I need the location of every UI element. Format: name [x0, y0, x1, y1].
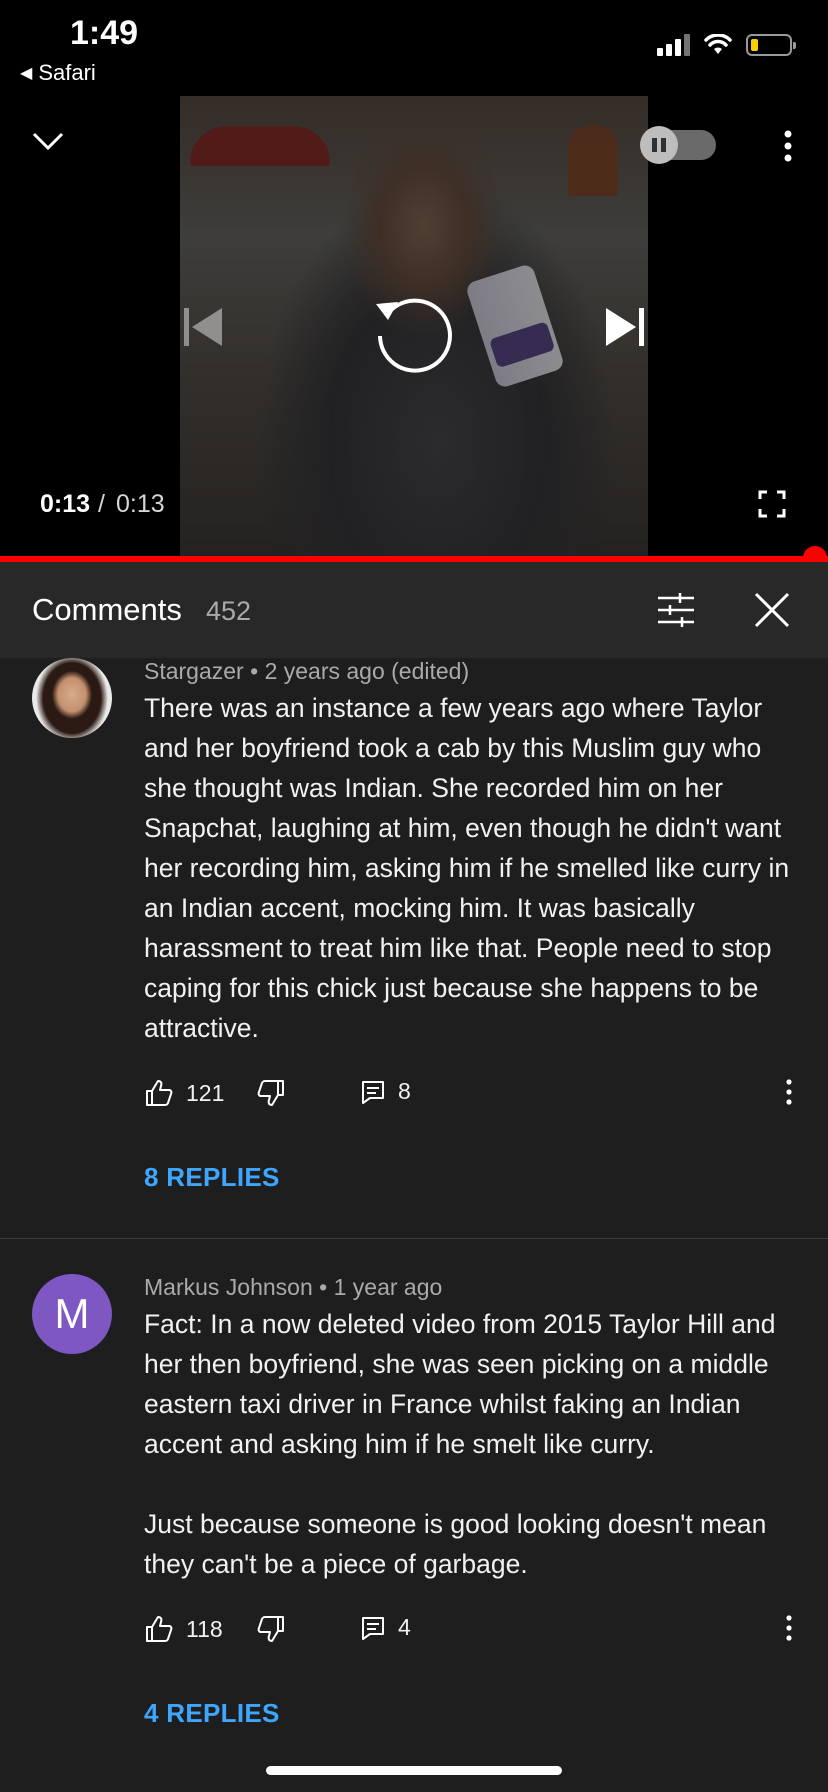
reply-count: 4	[398, 1614, 411, 1640]
comment-icon	[362, 1616, 384, 1640]
back-to-app-link[interactable]: ◀ Safari	[20, 60, 96, 86]
thumbs-down-icon	[257, 1080, 284, 1106]
like-count: 118	[186, 1615, 223, 1642]
home-indicator[interactable]	[266, 1766, 562, 1775]
battery-icon	[746, 34, 796, 56]
comment-meta: Markus Johnson • 1 year ago	[144, 1274, 443, 1300]
status-time: 1:49	[70, 14, 139, 52]
replay-icon[interactable]	[368, 284, 458, 374]
cellular-signal-icon	[657, 34, 690, 56]
next-icon[interactable]	[600, 304, 648, 350]
like-count: 121	[186, 1079, 225, 1106]
comments-title: Comments	[32, 592, 182, 627]
like-button[interactable]: 118	[144, 1614, 223, 1644]
previous-icon[interactable]	[180, 304, 228, 350]
fullscreen-icon[interactable]	[758, 490, 786, 518]
dislike-button[interactable]	[256, 1614, 286, 1644]
more-vert-icon	[786, 1079, 792, 1105]
like-button[interactable]: 121	[144, 1078, 224, 1108]
video-player[interactable]: 0:13 / 0:13	[0, 96, 828, 558]
time-current: 0:13	[40, 490, 91, 518]
time-total: 0:13	[116, 490, 165, 518]
reply-button[interactable]: 4	[360, 1614, 411, 1641]
comment-more-button[interactable]	[784, 1614, 794, 1642]
back-arrow-icon: ◀	[20, 65, 33, 82]
comment-author[interactable]: Markus Johnson	[144, 1274, 313, 1300]
more-vert-icon	[786, 1615, 792, 1641]
collapse-chevron-icon[interactable]	[28, 120, 68, 160]
autoplay-toggle[interactable]	[640, 126, 716, 164]
reply-count: 8	[398, 1078, 411, 1104]
comments-count: 452	[206, 596, 252, 626]
comment-actions: 121 8	[144, 1078, 804, 1114]
avatar[interactable]: M	[32, 1274, 112, 1354]
comment-author[interactable]: Stargazer	[144, 658, 244, 684]
thumbs-down-icon	[257, 1616, 284, 1642]
comment-age: 2 years ago (edited)	[264, 658, 470, 684]
status-icons	[657, 34, 796, 56]
comment-more-button[interactable]	[784, 1078, 794, 1106]
view-replies-link[interactable]: 8 REPLIES	[144, 1162, 280, 1193]
comment-text: There was an instance a few years ago wh…	[144, 693, 797, 1043]
comment-divider	[0, 1238, 828, 1239]
reply-button[interactable]: 8	[360, 1078, 411, 1105]
more-vert-icon[interactable]	[770, 126, 806, 166]
comment-actions: 118 4	[144, 1614, 804, 1650]
dislike-button[interactable]	[256, 1078, 286, 1108]
back-app-label: Safari	[38, 60, 96, 85]
comment-age: 1 year ago	[333, 1274, 443, 1300]
close-icon[interactable]	[752, 590, 792, 630]
time-separator: /	[98, 490, 105, 518]
comment-meta: Stargazer • 2 years ago (edited)	[144, 658, 470, 684]
thumbs-up-icon	[146, 1080, 173, 1106]
status-bar: 1:49 ◀ Safari	[0, 0, 828, 96]
pause-icon	[640, 126, 678, 164]
comments-header: Comments 452	[0, 562, 828, 658]
thumbs-up-icon	[146, 1616, 173, 1642]
avatar[interactable]	[32, 658, 112, 738]
sort-filter-icon[interactable]	[656, 590, 696, 630]
wifi-icon	[704, 34, 732, 54]
view-replies-link[interactable]: 4 REPLIES	[144, 1698, 280, 1729]
comment-text: Fact: In a now deleted video from 2015 T…	[144, 1309, 776, 1579]
comment-icon	[362, 1080, 384, 1104]
